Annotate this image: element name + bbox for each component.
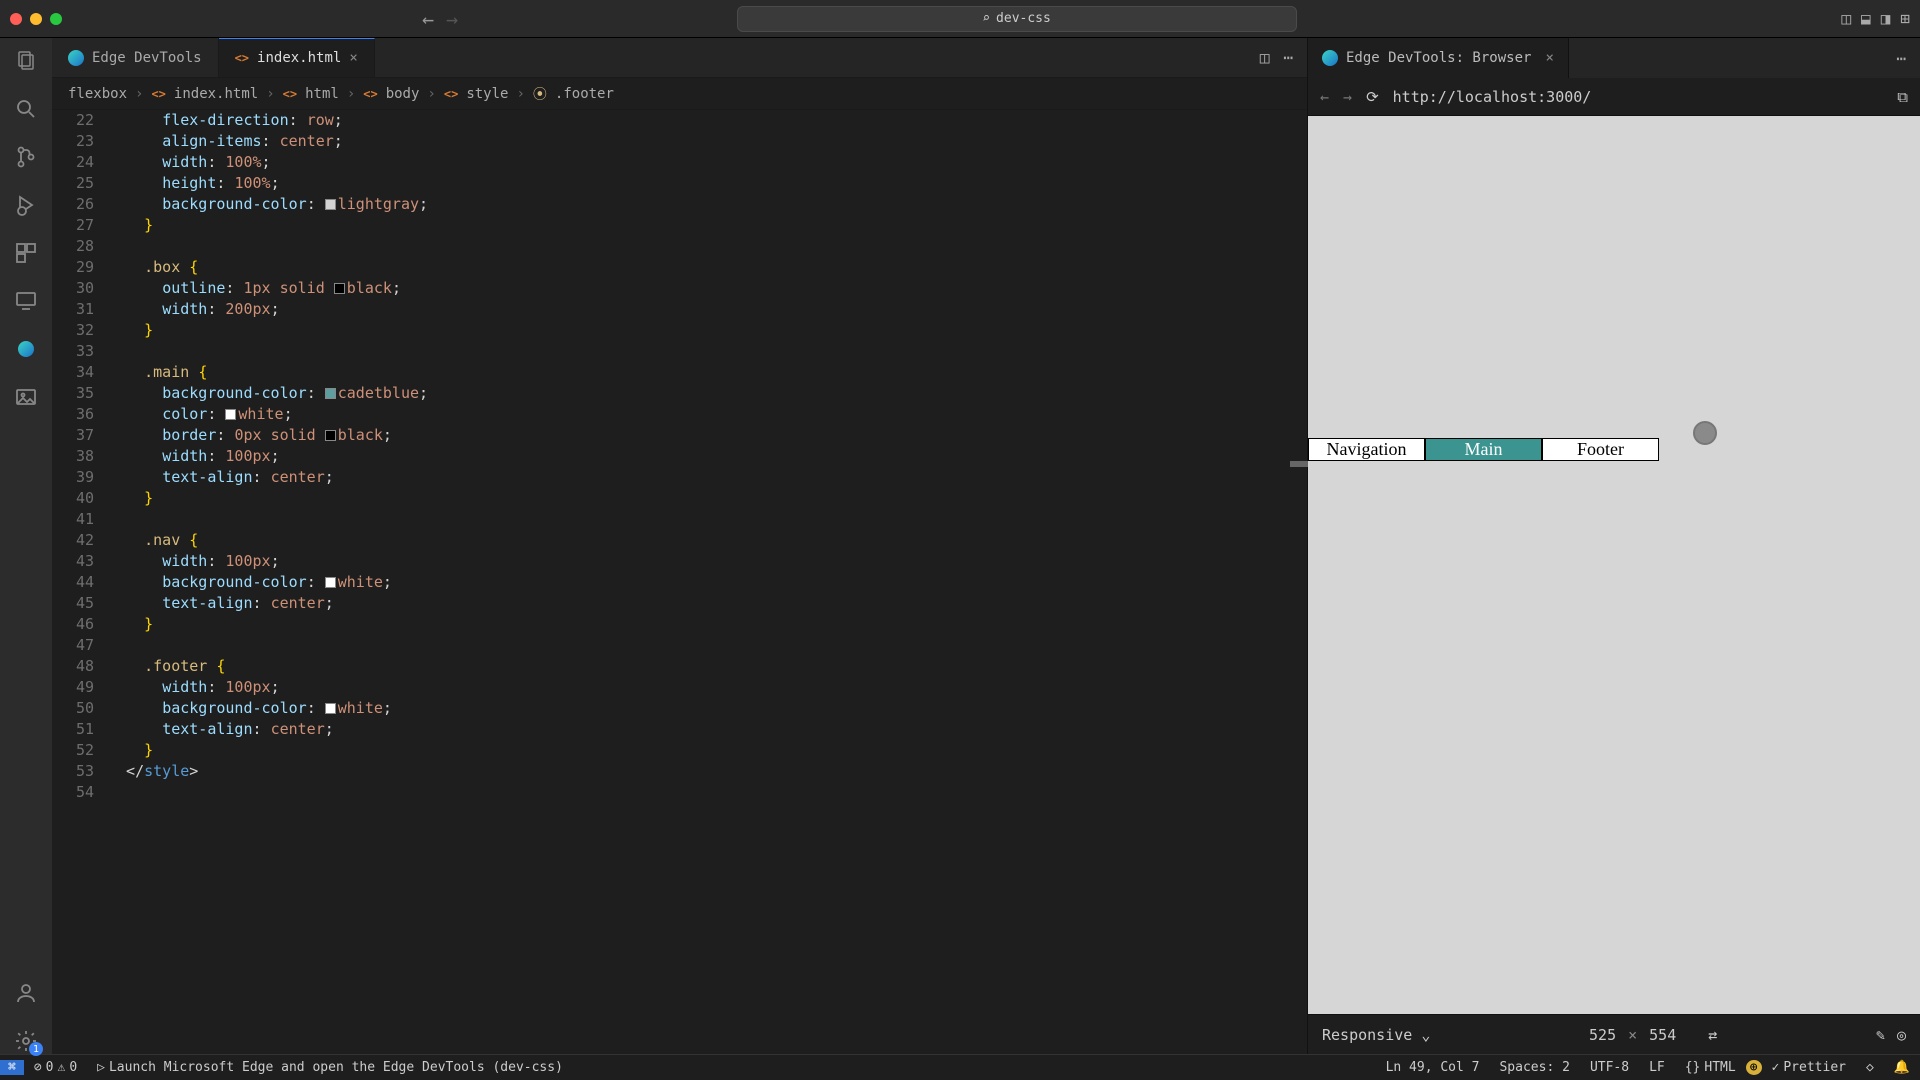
encoding[interactable]: UTF-8 <box>1580 1060 1639 1075</box>
reload-icon[interactable]: ⟳ <box>1366 88 1379 106</box>
source-control-icon[interactable] <box>13 144 39 170</box>
viewport-width[interactable]: 525 <box>1589 1026 1616 1044</box>
crumb[interactable]: body <box>386 86 420 102</box>
minimize-window-icon[interactable] <box>30 13 42 25</box>
tab-index-html[interactable]: <> index.html × <box>219 38 375 77</box>
nav-forward-icon[interactable]: → <box>446 7 458 31</box>
eol[interactable]: LF <box>1639 1060 1675 1075</box>
image-icon[interactable] <box>13 384 39 410</box>
wand-icon[interactable]: ✎ <box>1876 1026 1885 1044</box>
tab-devtools-browser[interactable]: Edge DevTools: Browser × <box>1308 38 1569 78</box>
browser-back-icon[interactable]: ← <box>1320 88 1329 106</box>
tab-label: Edge DevTools: Browser <box>1346 50 1531 66</box>
title-search-text: dev-css <box>996 11 1051 26</box>
devtools-dock-icon[interactable]: ⧉ <box>1897 88 1908 106</box>
target-icon[interactable]: ◎ <box>1897 1026 1906 1044</box>
browser-panel: Edge DevTools: Browser × ⋯ ← → ⟳ http://… <box>1308 38 1920 1054</box>
warning-icon: ⚠ <box>57 1060 65 1075</box>
grid-icon[interactable]: ⊞ <box>1900 9 1910 28</box>
error-icon: ⊘ <box>34 1060 42 1075</box>
title-search[interactable]: ⌕ dev-css <box>737 6 1297 32</box>
rotate-icon[interactable]: ⇄ <box>1708 1026 1717 1044</box>
nav-box: Navigation <box>1308 438 1425 461</box>
tag-icon: <> <box>363 87 377 101</box>
edge-tools-icon[interactable] <box>13 336 39 362</box>
panel-right-icon[interactable]: ◨ <box>1881 9 1891 28</box>
page-preview[interactable]: Navigation Main Footer <box>1308 116 1920 1014</box>
code-editor[interactable]: 22 23 24 25 26 27 28 29 30 31 32 33 34 3… <box>52 110 1307 1054</box>
run-debug-icon[interactable] <box>13 192 39 218</box>
braces-icon: {} <box>1685 1060 1701 1075</box>
editor-group: Edge DevTools <> index.html × ◫ ⋯ flexbo… <box>52 38 1308 1054</box>
cursor-position[interactable]: Ln 49, Col 7 <box>1376 1060 1490 1075</box>
panel-bottom-icon[interactable]: ⬓ <box>1861 9 1871 28</box>
nav-back-icon[interactable]: ← <box>422 7 434 31</box>
responsive-dropdown[interactable]: Responsive ⌄ <box>1322 1026 1430 1044</box>
close-icon[interactable]: × <box>349 50 357 66</box>
tag-icon: <> <box>444 87 458 101</box>
prettier[interactable]: ✓ Prettier <box>1762 1060 1856 1075</box>
viewport-height[interactable]: 554 <box>1649 1026 1676 1044</box>
live-preview-icon[interactable]: ⊕ <box>1746 1060 1762 1075</box>
crumb[interactable]: style <box>466 86 508 102</box>
remote-explorer-icon[interactable] <box>13 288 39 314</box>
html-file-icon: <> <box>151 87 165 101</box>
play-icon: ▷ <box>97 1060 105 1075</box>
more-icon[interactable]: ⋯ <box>1896 49 1906 68</box>
tab-label: Edge DevTools <box>92 50 202 66</box>
notifications-icon[interactable]: 🔔 <box>1884 1060 1920 1075</box>
flex-row: Navigation Main Footer <box>1308 438 1659 461</box>
layout-icon[interactable]: ◫ <box>1841 9 1851 28</box>
touch-cursor-icon <box>1693 421 1717 445</box>
problems[interactable]: ⊘0 ⚠0 <box>24 1060 87 1075</box>
browser-toolbar: ← → ⟳ http://localhost:3000/ ⧉ <box>1308 78 1920 116</box>
remote-indicator[interactable]: ⌘ <box>0 1060 24 1075</box>
breadcrumbs[interactable]: flexbox› <> index.html› <> html› <> body… <box>52 78 1307 110</box>
language-mode[interactable]: {} HTML <box>1675 1060 1746 1075</box>
html-file-icon: <> <box>235 51 249 65</box>
explorer-icon[interactable] <box>13 48 39 74</box>
footer-box: Footer <box>1542 438 1659 461</box>
crumb[interactable]: index.html <box>174 86 258 102</box>
settings-icon[interactable] <box>13 1028 39 1054</box>
tab-edge-devtools[interactable]: Edge DevTools <box>52 38 219 77</box>
maximize-window-icon[interactable] <box>50 13 62 25</box>
close-icon[interactable]: × <box>1545 50 1553 66</box>
extensions-icon[interactable] <box>13 240 39 266</box>
close-window-icon[interactable] <box>10 13 22 25</box>
edge-icon <box>1322 50 1338 66</box>
main-box: Main <box>1425 438 1542 461</box>
launch-task[interactable]: ▷ Launch Microsoft Edge and open the Edg… <box>87 1060 573 1075</box>
indentation[interactable]: Spaces: 2 <box>1489 1060 1579 1075</box>
editor-tabs: Edge DevTools <> index.html × ◫ ⋯ <box>52 38 1307 78</box>
more-icon[interactable]: ⋯ <box>1283 48 1293 67</box>
crumb[interactable]: flexbox <box>68 86 127 102</box>
status-bar: ⌘ ⊘0 ⚠0 ▷ Launch Microsoft Edge and open… <box>0 1054 1920 1080</box>
crumb[interactable]: .footer <box>555 86 614 102</box>
split-editor-icon[interactable]: ◫ <box>1260 48 1270 67</box>
check-icon: ✓ <box>1772 1060 1780 1075</box>
account-icon[interactable] <box>13 980 39 1006</box>
window-controls <box>10 13 62 25</box>
browser-forward-icon[interactable]: → <box>1343 88 1352 106</box>
device-toolbar: Responsive ⌄ 525 × 554 ⇄ ✎ ◎ <box>1308 1014 1920 1054</box>
edge-icon <box>68 50 84 66</box>
tag-icon: <> <box>283 87 297 101</box>
tab-label: index.html <box>257 50 341 66</box>
close-icon[interactable]: × <box>1628 1026 1637 1044</box>
search-icon[interactable] <box>13 96 39 122</box>
url-input[interactable]: http://localhost:3000/ <box>1393 88 1884 106</box>
activity-bar <box>0 38 52 1054</box>
chevron-down-icon: ⌄ <box>1421 1026 1430 1044</box>
search-icon: ⌕ <box>982 11 990 26</box>
titlebar: ← → ⌕ dev-css ◫ ⬓ ◨ ⊞ <box>0 0 1920 38</box>
scroll-handle[interactable] <box>1290 461 1308 467</box>
bell-icon[interactable]: ◇ <box>1856 1060 1884 1075</box>
crumb[interactable]: html <box>305 86 339 102</box>
